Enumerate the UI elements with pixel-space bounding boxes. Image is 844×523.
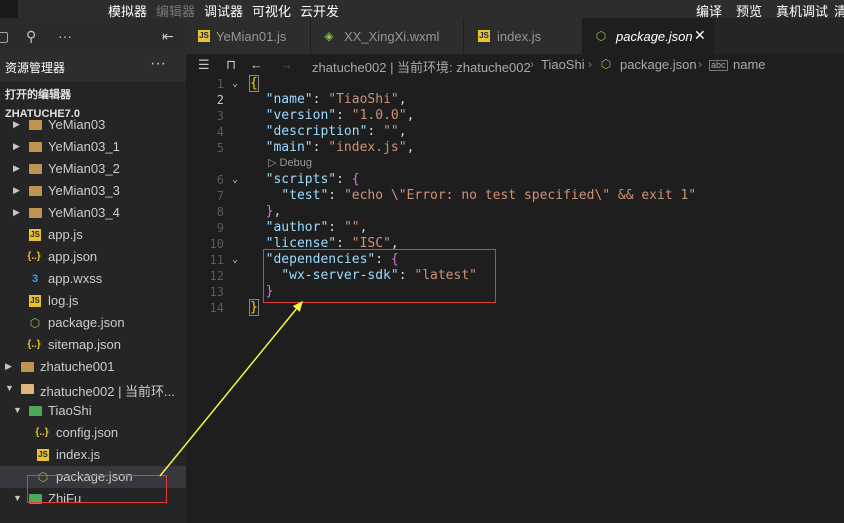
annotation-arrow [159,300,303,477]
